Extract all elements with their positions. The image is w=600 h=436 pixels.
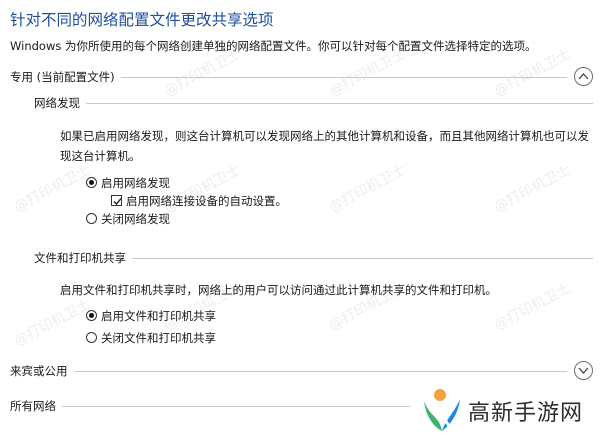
sharing-settings-window: @打印机卫士 @打印机卫士 @打印机卫士 @打印机卫士 @打印机卫士 @打印机卫… bbox=[0, 0, 600, 436]
subsection-divider bbox=[34, 103, 593, 104]
subsection-network-discovery-header: 网络发现 bbox=[34, 93, 593, 113]
radio-unselected-icon[interactable] bbox=[86, 213, 97, 224]
brand-watermark: 高新手游网 bbox=[420, 385, 600, 436]
radio-unselected-icon[interactable] bbox=[86, 332, 97, 343]
section-all-networks-header[interactable]: 所有网络 bbox=[10, 396, 410, 416]
checkbox-checked-icon[interactable] bbox=[111, 195, 122, 206]
section-private-label: 专用 (当前配置文件) bbox=[10, 69, 121, 85]
watermark-text: @打印机卫士 bbox=[491, 162, 574, 216]
brand-name: 高新手游网 bbox=[468, 401, 584, 426]
section-guest-public-label: 来宾或公用 bbox=[10, 363, 74, 379]
section-guest-public-header[interactable]: 来宾或公用 bbox=[10, 361, 593, 381]
section-divider bbox=[10, 371, 567, 372]
page-title: 针对不同的网络配置文件更改共享选项 bbox=[10, 11, 274, 29]
subsection-file-printer-sharing-header: 文件和打印机共享 bbox=[34, 248, 593, 268]
watermark-text: @打印机卫士 bbox=[11, 296, 94, 350]
radio-selected-icon[interactable] bbox=[86, 177, 97, 188]
subsection-network-discovery-label: 网络发现 bbox=[34, 95, 86, 111]
chevron-up-icon[interactable] bbox=[574, 67, 593, 86]
radio-selected-icon[interactable] bbox=[86, 310, 97, 321]
network-discovery-description: 如果已启用网络发现，则这台计算机可以发现网络上的其他计算机和设备，而且其他网络计… bbox=[60, 129, 589, 163]
watermark-text: @打印机卫士 bbox=[11, 162, 94, 216]
watermark-text: @打印机卫士 bbox=[326, 162, 409, 216]
chevron-down-icon[interactable] bbox=[574, 361, 593, 380]
file-printer-sharing-description: 启用文件和打印机共享时，网络上的用户可以访问通过此计算机共享的文件和打印机。 bbox=[60, 283, 497, 297]
subsection-file-printer-sharing-label: 文件和打印机共享 bbox=[34, 250, 132, 266]
section-private-header[interactable]: 专用 (当前配置文件) bbox=[10, 67, 593, 87]
brand-logo-icon bbox=[424, 389, 460, 431]
section-divider bbox=[10, 406, 410, 407]
section-all-networks-label: 所有网络 bbox=[10, 398, 62, 414]
page-description: Windows 为你所使用的每个网络创建单独的网络配置文件。你可以针对每个配置文… bbox=[10, 39, 537, 53]
